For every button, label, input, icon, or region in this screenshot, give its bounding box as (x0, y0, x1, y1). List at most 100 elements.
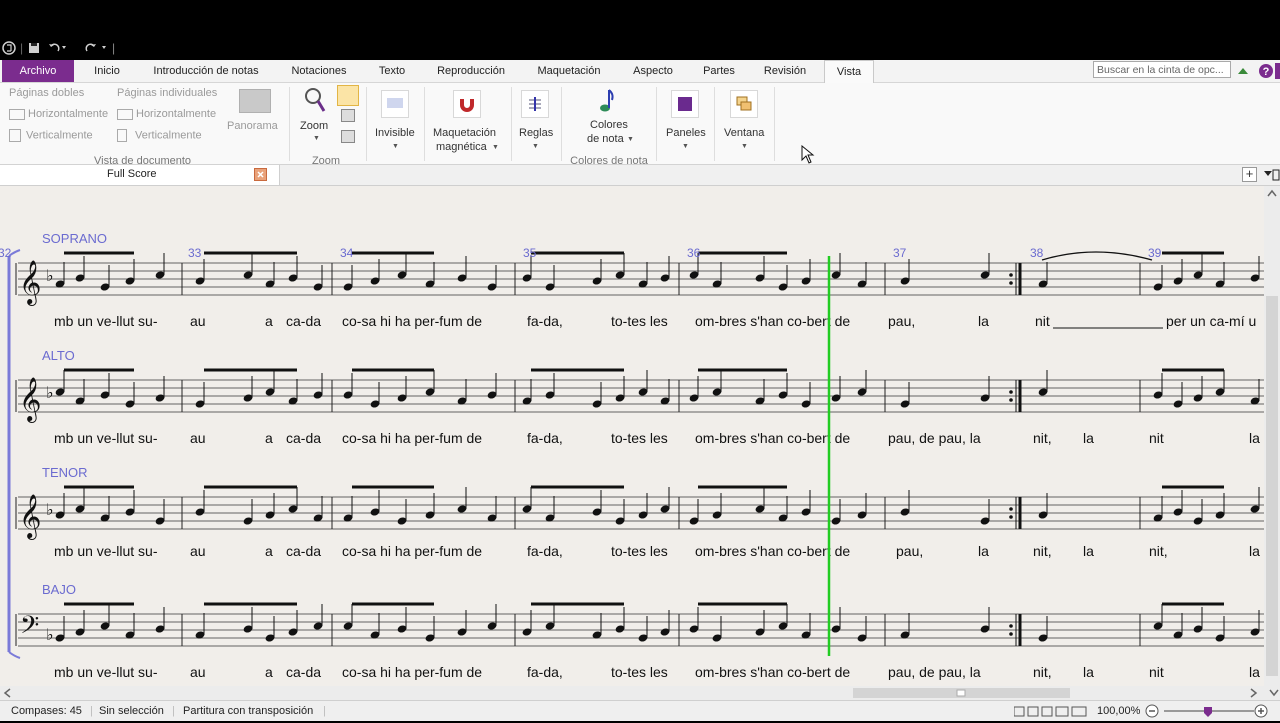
key-flat: ♭ (46, 500, 54, 519)
individuales-horizontal-button[interactable]: Horizontalmente (117, 108, 216, 120)
lyric-syllable: au (190, 313, 206, 329)
voice-label: BAJO (42, 582, 76, 597)
voice-label: SOPRANO (42, 231, 107, 246)
zoom-dropdown-icon[interactable]: ▼ (313, 135, 320, 142)
tab-maquetacion[interactable]: Maquetación (530, 60, 608, 82)
tab-vista[interactable]: Vista (824, 60, 874, 83)
window-icon (730, 90, 758, 118)
ventana-dropdown-icon[interactable]: ▼ (741, 143, 748, 150)
lyric-syllable: la (1249, 543, 1260, 559)
tab-notaciones[interactable]: Notaciones (284, 60, 354, 82)
maquetacion-magnetica-button[interactable]: Maquetación (433, 127, 496, 139)
tab-texto[interactable]: Texto (372, 60, 412, 82)
lyric-syllable: pau, (888, 313, 915, 329)
tab-menu-icon[interactable] (1263, 168, 1280, 187)
lyric-syllable: la (1083, 664, 1094, 680)
close-tab-icon[interactable] (254, 168, 267, 181)
rulers-icon (521, 90, 549, 118)
invisible-dropdown-icon[interactable]: ▼ (392, 143, 399, 150)
ribbon-search-input[interactable]: Buscar en la cinta de opc... (1093, 61, 1231, 78)
tie-slur (1041, 251, 1153, 261)
lyric-syllable: nit, (1033, 664, 1052, 680)
colores-de-nota-button[interactable]: Colores (590, 119, 628, 131)
tab-introduccion-de-notas[interactable]: Introducción de notas (146, 60, 266, 82)
key-flat: ♭ (46, 266, 54, 285)
help-icon[interactable]: ? (1258, 63, 1274, 84)
lyric-syllable: co-sa hi ha per-fum de (342, 543, 482, 559)
dobles-horizontal-button[interactable]: Horizontalmente (9, 108, 108, 120)
maquetacion-dropdown-icon[interactable]: ▼ (492, 144, 499, 151)
panorama-icon (239, 89, 271, 113)
view-mode-icons[interactable] (1013, 705, 1088, 723)
tab-revision[interactable]: Revisión (758, 60, 812, 82)
lyric-syllable: ca-da (286, 430, 321, 446)
lyric-syllable: la (1083, 430, 1094, 446)
separator (714, 87, 715, 161)
tab-partes[interactable]: Partes (698, 60, 740, 82)
add-tab-icon[interactable]: + (1242, 167, 1257, 182)
treble-clef: 𝄞 (19, 377, 41, 423)
lyric-syllable: om-bres s'han co-bert de (695, 313, 850, 329)
paneles-dropdown-icon[interactable]: ▼ (682, 143, 689, 150)
zoom-width-icon[interactable] (337, 85, 359, 106)
reglas-dropdown-icon[interactable]: ▼ (532, 143, 539, 150)
score-canvas[interactable]: SOPRANO 𝄞 ♭ mb un ve-llut su-au a ca-da co-sa … (0, 186, 1264, 686)
colores-dropdown-icon[interactable]: ▼ (627, 136, 634, 143)
separator (561, 87, 562, 161)
lyric-syllable: la (978, 313, 989, 329)
treble-clef: 𝄞 (19, 260, 41, 306)
panels-icon (671, 90, 699, 118)
status-transposicion: Partitura con transposición (183, 705, 314, 717)
minimize-ribbon-icon[interactable] (1237, 64, 1249, 82)
invisible-button[interactable]: Invisible (375, 127, 415, 139)
lyric-syllable: nit, (1149, 543, 1168, 559)
measure-number: 36 (687, 246, 701, 260)
lyric-syllable: co-sa hi ha per-fum de (342, 313, 482, 329)
help-edge (1275, 63, 1280, 79)
repeat-dot (1009, 281, 1013, 285)
redo-icon[interactable] (84, 36, 108, 60)
horizontal-pages-icon (117, 108, 133, 120)
vertical-scrollbar[interactable] (1264, 186, 1280, 686)
zoom-page-icon[interactable] (341, 109, 355, 122)
lyric-syllable: a (265, 543, 273, 559)
zoom-out-icon[interactable] (1145, 704, 1159, 723)
tab-aspecto[interactable]: Aspecto (626, 60, 680, 82)
measure-number: 34 (340, 246, 354, 260)
panorama-button[interactable]: Panorama (227, 120, 278, 132)
horizontal-scrollbar[interactable] (0, 686, 1280, 700)
zoom-button[interactable]: Zoom (300, 120, 328, 132)
lyric-syllable: per un ca-mí u (1166, 313, 1256, 329)
zoom-in-icon[interactable] (1254, 704, 1268, 723)
lyric-syllable: a (265, 430, 273, 446)
tab-full-score[interactable]: Full Score (0, 165, 280, 185)
tab-inicio[interactable]: Inicio (84, 60, 130, 82)
score-svg[interactable]: SOPRANO𝄞 ♭mb un ve-llut su-au a ca-da co-sa … (0, 186, 1264, 686)
ribbon-panel: Páginas dobles Páginas individuales Hori… (0, 83, 1280, 167)
lyric-syllable: nit, (1033, 543, 1052, 559)
ventana-button[interactable]: Ventana (724, 127, 764, 139)
dobles-vertical-button[interactable]: Verticalmente (9, 129, 93, 142)
lyric-syllable: nit (1035, 313, 1050, 329)
paginas-dobles-label: Páginas dobles (9, 87, 85, 99)
lyric-syllable: co-sa hi ha per-fum de (342, 430, 482, 446)
separator (656, 87, 657, 161)
lyric-syllable: to-tes les (611, 664, 668, 680)
tab-archivo[interactable]: Archivo (2, 60, 74, 82)
reglas-button[interactable]: Reglas (519, 127, 553, 139)
lyric-syllable: ca-da (286, 543, 321, 559)
undo-icon[interactable] (48, 36, 68, 60)
lyric-syllable: nit (1149, 664, 1164, 680)
paneles-button[interactable]: Paneles (666, 127, 706, 139)
save-icon[interactable] (28, 36, 40, 60)
individuales-vertical-button[interactable]: Verticalmente (117, 129, 202, 142)
lyric-syllable: to-tes les (611, 543, 668, 559)
zoom-100-icon[interactable] (341, 130, 355, 143)
music-logo-icon[interactable] (2, 36, 16, 60)
lyric-syllable: mb un ve-llut su- (54, 543, 158, 559)
tab-reproduccion[interactable]: Reproducción (430, 60, 512, 82)
zoom-slider-thumb[interactable] (1203, 705, 1213, 723)
vertical-label: Verticalmente (135, 129, 202, 142)
lyric-syllable: pau, de pau, la (888, 664, 981, 680)
status-seleccion: Sin selección (99, 705, 164, 717)
